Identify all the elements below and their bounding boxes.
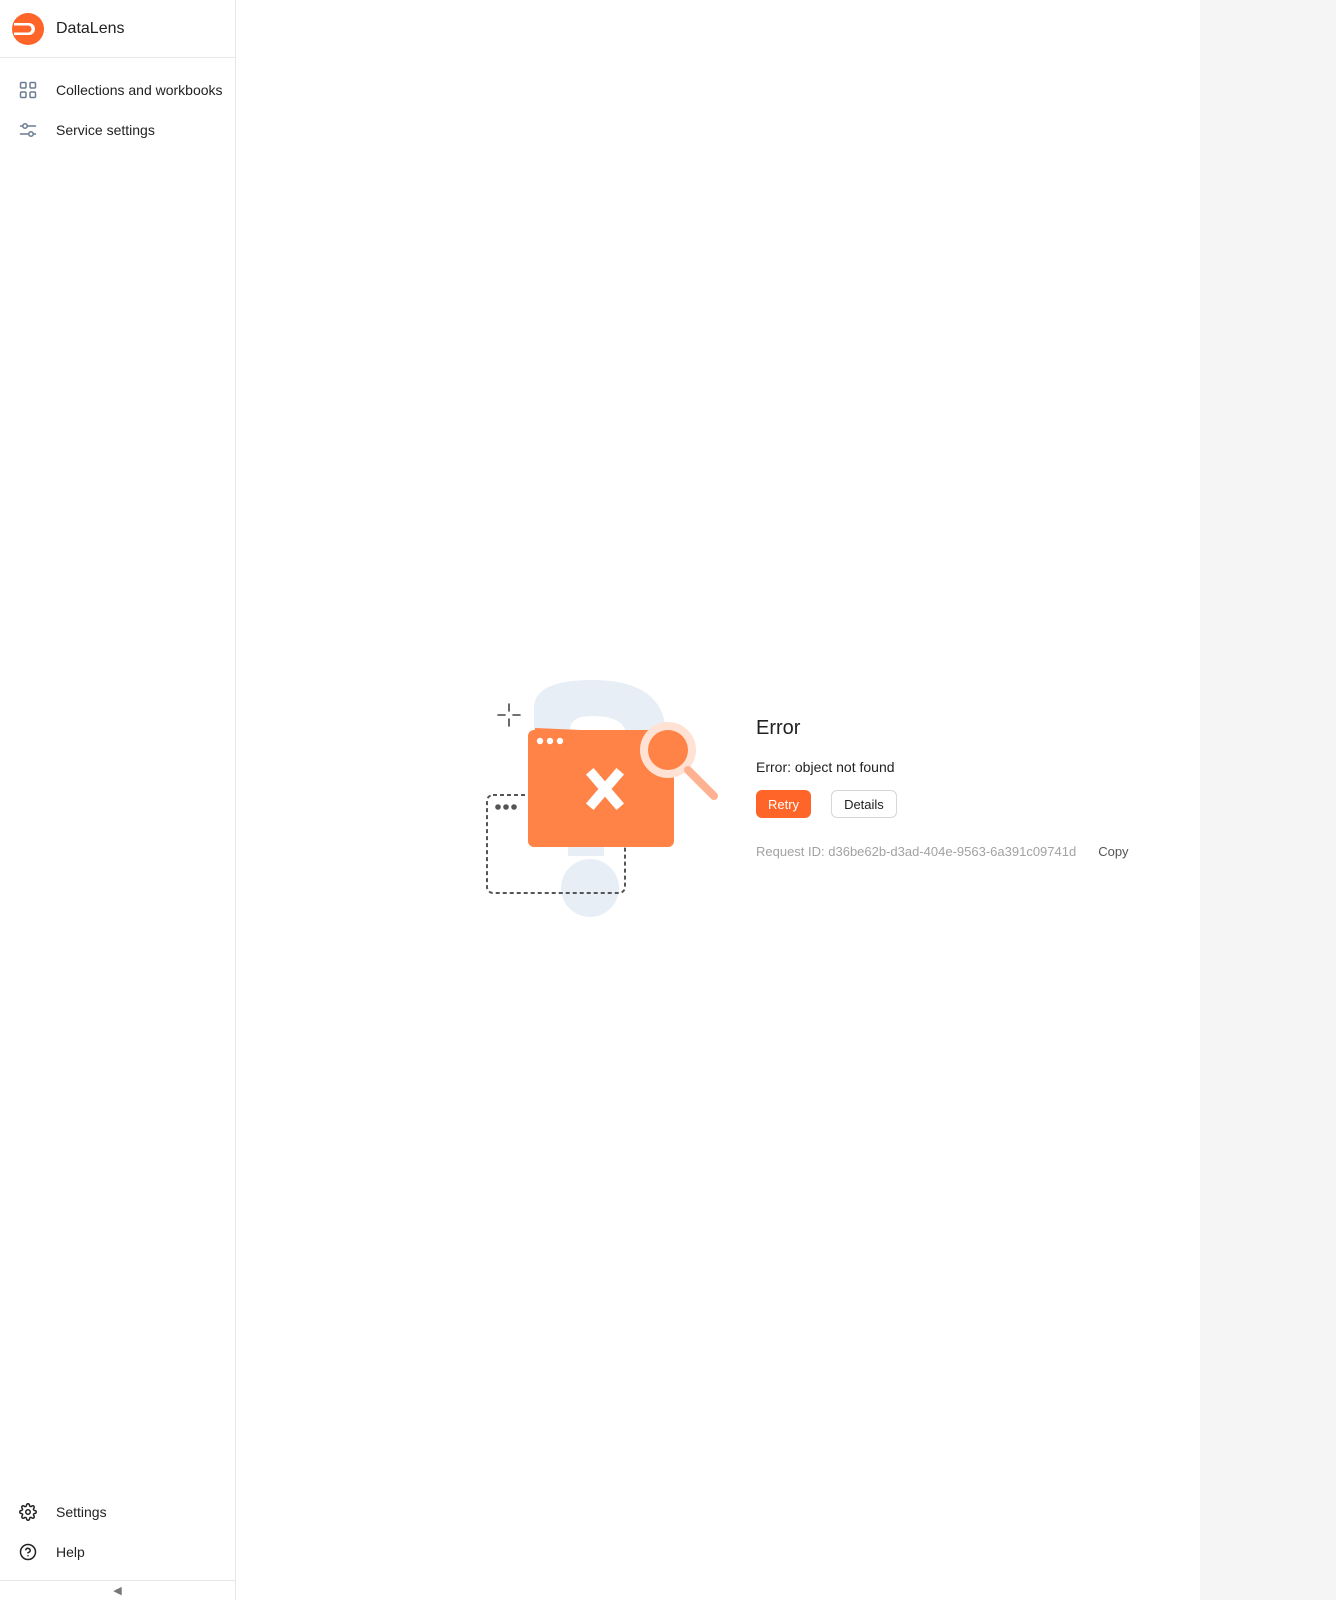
- sidebar-item-service-settings[interactable]: Service settings: [0, 110, 235, 150]
- request-id-row: Request ID: d36be62b-d3ad-404e-9563-6a39…: [756, 844, 1176, 859]
- error-panel: Error Error: object not found Retry Deta…: [756, 716, 1176, 859]
- sidebar-item-label: Help: [56, 1544, 85, 1560]
- datalens-logo-icon[interactable]: [12, 12, 44, 45]
- details-button[interactable]: Details: [831, 790, 897, 818]
- app-root: DataLens Collections and workbooks Servi…: [0, 0, 1336, 1600]
- sidebar-header: DataLens: [0, 0, 235, 58]
- sliders-icon: [18, 120, 38, 140]
- sidebar-nav: Collections and workbooks Service settin…: [0, 70, 235, 150]
- error-actions: Retry Details: [756, 790, 1176, 818]
- gear-icon: [18, 1502, 38, 1522]
- sidebar-item-label: Service settings: [56, 122, 155, 138]
- error-title: Error: [756, 717, 801, 739]
- sidebar-collapse-button[interactable]: ◀: [0, 1580, 235, 1600]
- sidebar-item-settings[interactable]: Settings: [0, 1492, 235, 1532]
- right-gutter: [1200, 0, 1336, 1600]
- sidebar-item-collections[interactable]: Collections and workbooks: [0, 70, 235, 110]
- help-circle-icon: [18, 1542, 38, 1562]
- sidebar-item-help[interactable]: Help: [0, 1532, 235, 1572]
- request-id-text: Request ID: d36be62b-d3ad-404e-9563-6a39…: [756, 844, 1077, 859]
- retry-button[interactable]: Retry: [756, 790, 812, 818]
- sidebar: DataLens Collections and workbooks Servi…: [0, 0, 236, 1600]
- copy-request-id-button[interactable]: Copy: [1098, 844, 1128, 859]
- error-message: Error: object not found: [756, 759, 895, 775]
- sidebar-item-label: Settings: [56, 1504, 107, 1520]
- collapse-arrow-icon: ◀: [113, 1585, 122, 1597]
- sidebar-bottom-nav: Settings Help: [0, 1492, 235, 1572]
- error-illustration: [486, 680, 718, 917]
- grid-icon: [18, 80, 38, 100]
- app-name: DataLens: [56, 19, 125, 37]
- sidebar-item-label: Collections and workbooks: [56, 82, 223, 98]
